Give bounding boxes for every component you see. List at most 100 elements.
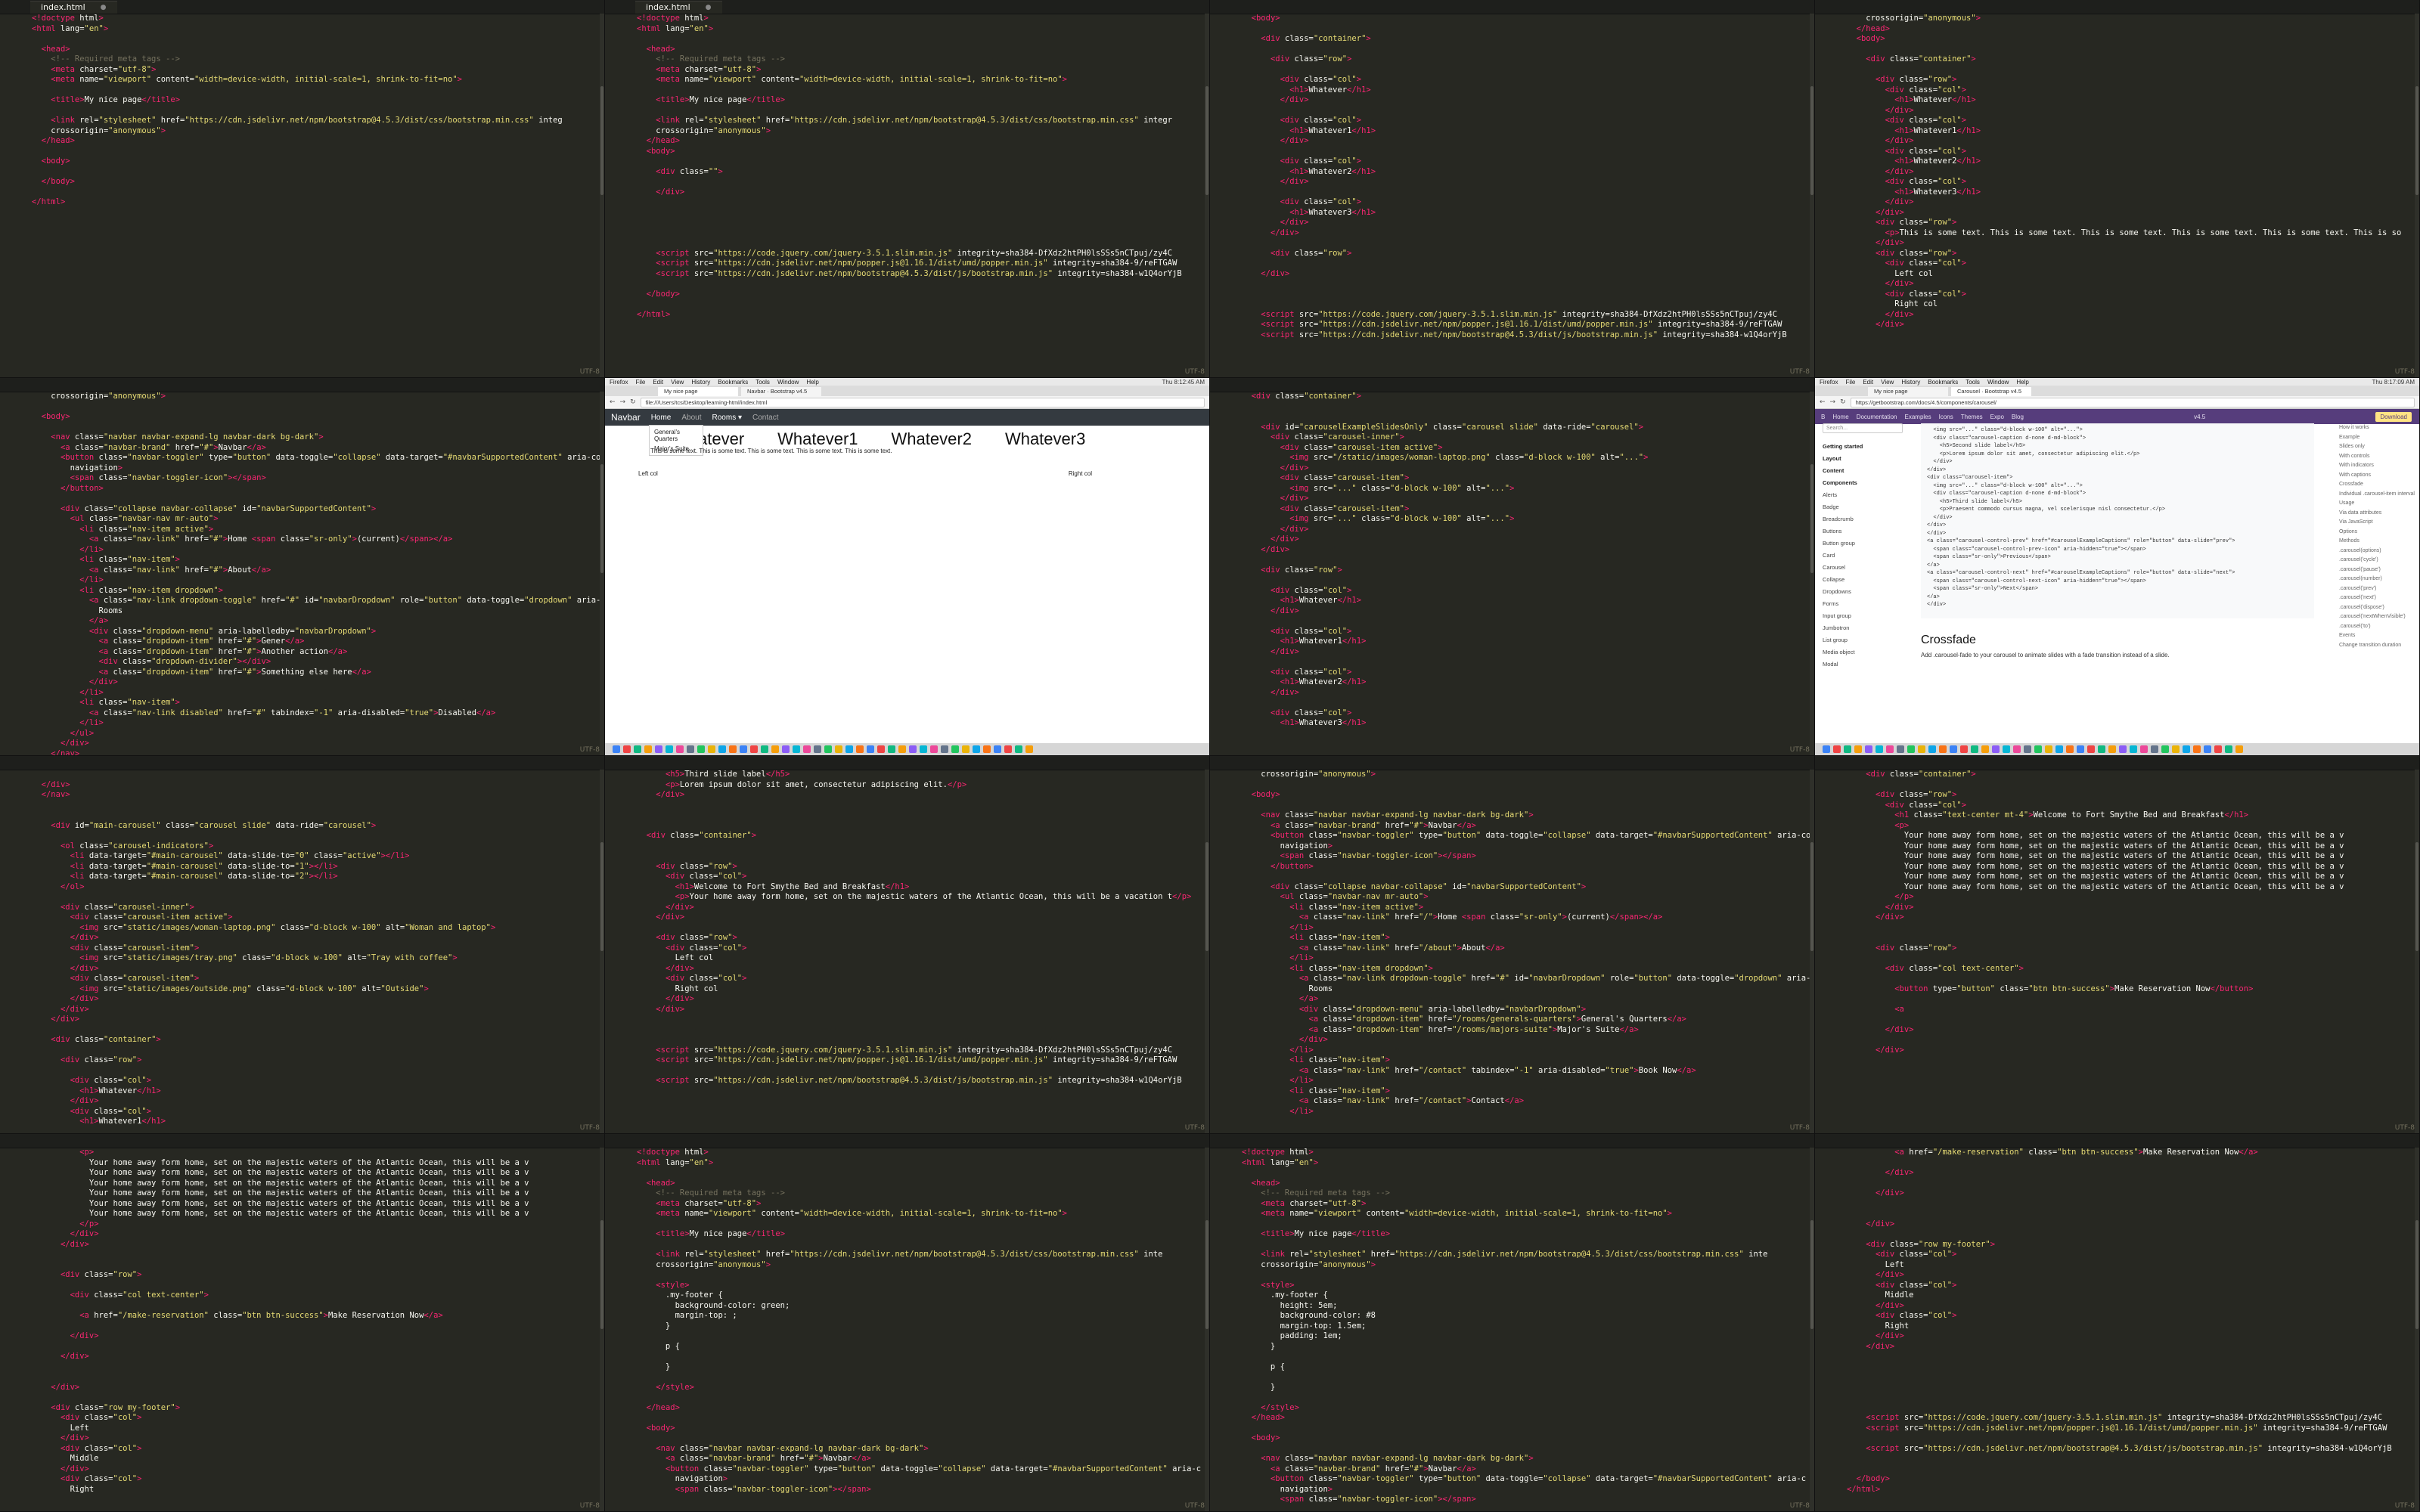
vertical-scrollbar[interactable]: [600, 392, 604, 755]
code-area[interactable]: 4546 </div>47 </nav>484950 <div id="main…: [32, 770, 601, 1133]
dock-app-icon[interactable]: [1004, 745, 1012, 753]
dock-app-icon[interactable]: [2151, 745, 2158, 753]
reload-icon[interactable]: ↻: [1840, 398, 1846, 406]
dock-app-icon[interactable]: [644, 745, 652, 753]
vertical-scrollbar[interactable]: [2415, 770, 2419, 1133]
sidebar-link[interactable]: Modal: [1823, 658, 1913, 671]
close-icon[interactable]: ●: [101, 2, 107, 14]
code-area[interactable]: 85 <div class="container">8687 <div clas…: [1847, 770, 2416, 1133]
dock-app-icon[interactable]: [1971, 745, 1978, 753]
dock-app-icon[interactable]: [1865, 745, 1872, 753]
scrollbar-thumb[interactable]: [2415, 86, 2418, 196]
menu-item[interactable]: Firefox: [610, 379, 628, 386]
code-area[interactable]: 123 <a href="/make-reservation" class="b…: [1847, 1148, 2416, 1511]
docs-nav-link[interactable]: Home: [1832, 414, 1848, 420]
menu-item[interactable]: Edit: [653, 379, 663, 386]
dock-app-icon[interactable]: [951, 745, 959, 753]
vertical-scrollbar[interactable]: [1205, 14, 1209, 377]
vertical-scrollbar[interactable]: [1205, 1148, 1209, 1511]
dock-app-icon[interactable]: [1992, 745, 2000, 753]
code-area[interactable]: 1<!doctype html>2<html lang="en">34 <hea…: [637, 1148, 1206, 1511]
menu-item[interactable]: Window: [1987, 379, 2009, 386]
dock-app-icon[interactable]: [2214, 745, 2222, 753]
close-icon[interactable]: ●: [706, 2, 712, 14]
scrollbar-thumb[interactable]: [1810, 1220, 1813, 1330]
code-area[interactable]: 91 <p>92 Your home away form home, set o…: [32, 1148, 601, 1511]
toc-link[interactable]: .carousel(number): [2339, 575, 2415, 584]
dock-app-icon[interactable]: [623, 745, 631, 753]
navbar-brand[interactable]: Navbar: [611, 412, 641, 423]
dock-app-icon[interactable]: [1876, 745, 1883, 753]
browser-tab[interactable]: My nice page: [658, 387, 738, 396]
toc-link[interactable]: Crossfade: [2339, 480, 2415, 490]
toc-link[interactable]: Events: [2339, 631, 2415, 641]
vertical-scrollbar[interactable]: [1810, 1148, 1814, 1511]
code-area[interactable]: 12 crossorigin="anonymous">1314 <body>15…: [1242, 770, 1811, 1133]
toc-link[interactable]: .carousel('dispose'): [2339, 603, 2415, 613]
dock-app-icon[interactable]: [2108, 745, 2116, 753]
dock-app-icon[interactable]: [687, 745, 694, 753]
back-arrow-icon[interactable]: ←: [610, 398, 616, 406]
dock-app-icon[interactable]: [2119, 745, 2127, 753]
nav-link-home[interactable]: Home: [651, 414, 672, 422]
dock-app-icon[interactable]: [2098, 745, 2105, 753]
vertical-scrollbar[interactable]: [1205, 770, 1209, 1133]
vertical-scrollbar[interactable]: [600, 770, 604, 1133]
menu-item[interactable]: Help: [2016, 379, 2028, 386]
dock-app-icon[interactable]: [1854, 745, 1862, 753]
forward-arrow-icon[interactable]: →: [620, 398, 626, 406]
sidebar-link[interactable]: Input group: [1823, 610, 1913, 622]
scrollbar-thumb[interactable]: [1205, 1220, 1208, 1330]
dock-app-icon[interactable]: [1907, 745, 1915, 753]
dock-app-icon[interactable]: [994, 745, 1001, 753]
dock-app-icon[interactable]: [2055, 745, 2063, 753]
toc-link[interactable]: With indicators: [2339, 461, 2415, 471]
toc-link[interactable]: Via JavaScript: [2339, 518, 2415, 528]
menu-item[interactable]: Tools: [1965, 379, 1980, 386]
dock-app-icon[interactable]: [2034, 745, 2042, 753]
sidebar-link[interactable]: List group: [1823, 634, 1913, 646]
vertical-scrollbar[interactable]: [1810, 14, 1814, 377]
dock-app-icon[interactable]: [962, 745, 970, 753]
dock-app-icon[interactable]: [2087, 745, 2095, 753]
menu-item[interactable]: Firefox: [1820, 379, 1838, 386]
menu-item[interactable]: Bookmarks: [718, 379, 748, 386]
dock-app-icon[interactable]: [845, 745, 853, 753]
dropdown-item[interactable]: General's Quarters: [650, 427, 703, 444]
nav-link-rooms[interactable]: Rooms ▾: [712, 414, 743, 422]
dock-app-icon[interactable]: [613, 745, 620, 753]
dock-app-icon[interactable]: [867, 745, 874, 753]
sidebar-link[interactable]: Button group: [1823, 538, 1913, 550]
vertical-scrollbar[interactable]: [600, 14, 604, 377]
dock-app-icon[interactable]: [835, 745, 842, 753]
menu-item[interactable]: View: [671, 379, 684, 386]
toc-link[interactable]: Usage: [2339, 499, 2415, 509]
vertical-scrollbar[interactable]: [1810, 770, 1814, 1133]
toc-link[interactable]: .carousel('to'): [2339, 622, 2415, 632]
dock-app-icon[interactable]: [983, 745, 991, 753]
code-area[interactable]: 60 <h5>Third slide label</h5>61 <p>Lorem…: [637, 770, 1206, 1133]
dock-app-icon[interactable]: [2130, 745, 2137, 753]
dock-app-icon[interactable]: [814, 745, 821, 753]
dock-app-icon[interactable]: [1928, 745, 1936, 753]
sidebar-link[interactable]: Breadcrumb: [1823, 513, 1913, 525]
dock-app-icon[interactable]: [740, 745, 747, 753]
sidebar-link[interactable]: Content: [1823, 465, 1913, 477]
docs-nav-link[interactable]: Icons: [1939, 414, 1953, 420]
docs-nav-link[interactable]: Blog: [2012, 414, 2024, 420]
dock-app-icon[interactable]: [2003, 745, 2010, 753]
dock-app-icon[interactable]: [1823, 745, 1830, 753]
sidebar-link[interactable]: Alerts: [1823, 489, 1913, 501]
dock-app-icon[interactable]: [729, 745, 737, 753]
file-tab[interactable]: index.html ●: [30, 1, 117, 14]
code-area[interactable]: 1<!doctype html>2<html lang="en">34 <hea…: [32, 14, 601, 377]
dock-app-icon[interactable]: [793, 745, 800, 753]
dock-app-icon[interactable]: [1981, 745, 1989, 753]
toc-link[interactable]: Example: [2339, 433, 2415, 443]
code-area[interactable]: 1<!doctype html>2<html lang="en">34 <hea…: [1242, 1148, 1811, 1511]
dock-app-icon[interactable]: [1897, 745, 1904, 753]
menu-item[interactable]: Help: [806, 379, 818, 386]
dock-app-icon[interactable]: [697, 745, 705, 753]
docs-nav-link[interactable]: Expo: [1990, 414, 2004, 420]
toc-link[interactable]: .carousel('next'): [2339, 593, 2415, 603]
